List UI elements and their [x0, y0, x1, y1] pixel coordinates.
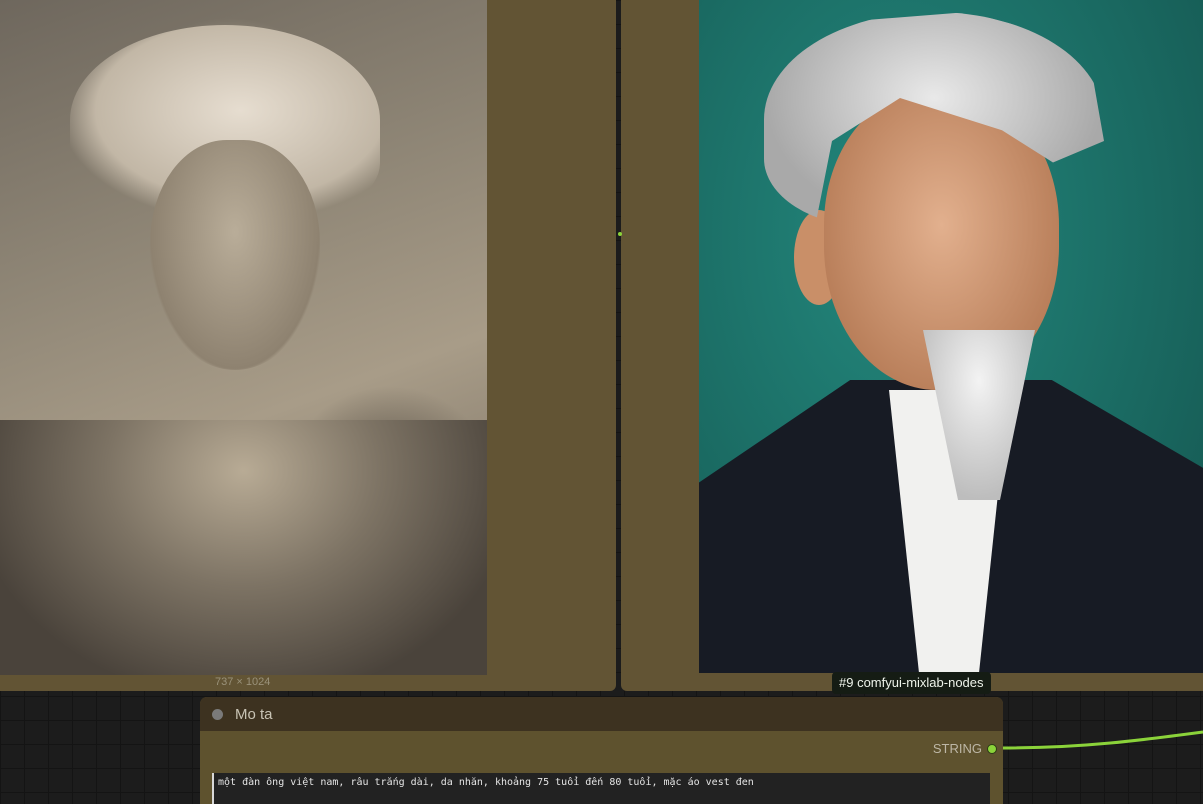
image-preview-node-original[interactable]: 737 × 1024: [0, 0, 616, 691]
image-link-dot-icon: [618, 232, 622, 236]
output-slot-string[interactable]: STRING: [933, 741, 997, 756]
restored-photo-image: [699, 0, 1203, 673]
node-source-tooltip: #9 comfyui-mixlab-nodes: [832, 672, 991, 694]
output-slot-label: STRING: [932, 741, 982, 756]
collapse-dot-icon[interactable]: [212, 708, 223, 720]
output-connector-dot-icon[interactable]: [987, 743, 997, 754]
string-link-wire: [1003, 730, 1203, 750]
mota-node-title: Mo ta: [235, 705, 273, 723]
mota-text-node[interactable]: Mo ta STRING một đàn ông việt nam, râu t…: [200, 697, 1003, 804]
mota-node-header[interactable]: Mo ta: [200, 697, 1003, 731]
image-size-label: 737 × 1024: [215, 676, 271, 688]
prompt-textarea[interactable]: một đàn ông việt nam, râu trắng dài, da …: [212, 773, 990, 804]
original-photo-image: [0, 0, 487, 675]
